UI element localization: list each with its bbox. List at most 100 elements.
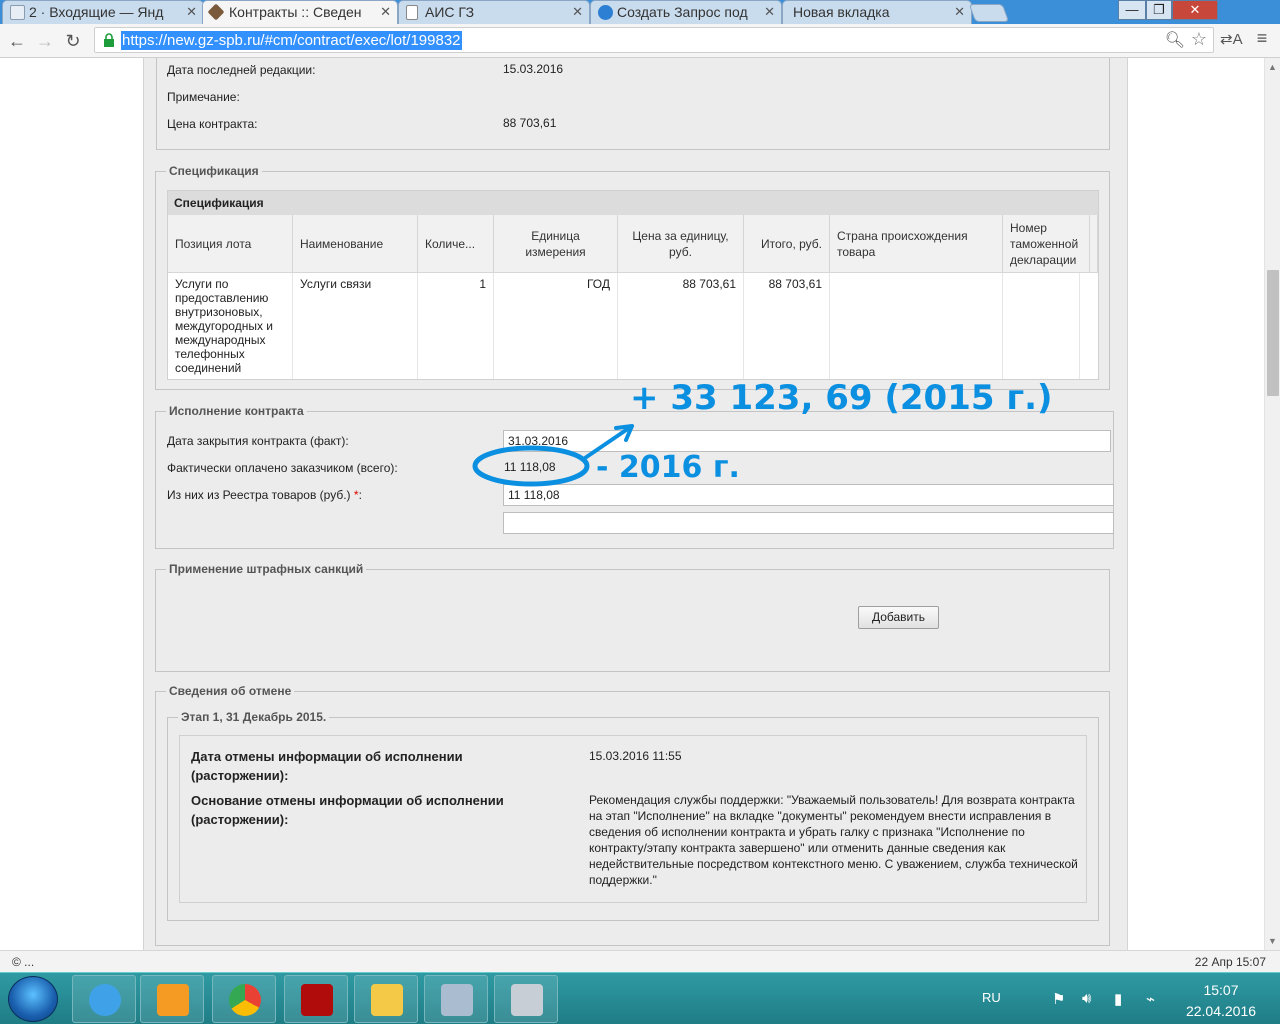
tab-new-tab[interactable]: Новая вкладка ✕ bbox=[782, 0, 972, 24]
note-label: Примечание: bbox=[167, 90, 240, 104]
status-bar: © ... 22 Апр 15:07 bbox=[0, 950, 1280, 972]
back-icon[interactable]: ← bbox=[6, 30, 28, 52]
tray-volume-icon[interactable]: 🔊︎ bbox=[1082, 990, 1091, 1007]
penalties-legend: Применение штрафных санкций bbox=[166, 562, 367, 576]
close-date-label: Дата закрытия контракта (факт): bbox=[167, 434, 349, 448]
column-header-unit-price[interactable]: Цена за единицу, руб. bbox=[618, 215, 744, 273]
column-header-total[interactable]: Итого, руб. bbox=[744, 215, 830, 273]
tray-time[interactable]: 15:07 bbox=[1196, 982, 1246, 998]
status-left: © ... bbox=[12, 955, 35, 969]
add-button[interactable]: Добавить bbox=[858, 606, 939, 629]
browser-tab-strip: 2 · Входящие — Янд ✕ Контракты :: Сведен… bbox=[0, 0, 1280, 24]
tab-inbox[interactable]: 2 · Входящие — Янд ✕ bbox=[2, 0, 204, 24]
tray-language[interactable]: RU bbox=[982, 990, 1001, 1005]
column-header-unit[interactable]: Единица измерения bbox=[494, 215, 618, 273]
page-icon bbox=[406, 5, 418, 20]
help-icon bbox=[598, 5, 613, 20]
penalties-section: Применение штрафных санкций bbox=[155, 562, 1110, 672]
tray-date[interactable]: 22.04.2016 bbox=[1180, 1003, 1262, 1019]
page-scrollbar[interactable]: ▲ ▼ bbox=[1264, 58, 1280, 950]
specification-legend: Спецификация bbox=[166, 164, 262, 178]
grid-title: Спецификация bbox=[168, 191, 1098, 215]
menu-icon[interactable]: ≡ bbox=[1252, 28, 1272, 49]
cancel-date-label: Дата отмены информации об исполнении (ра… bbox=[191, 749, 463, 783]
annotation-circle bbox=[472, 445, 590, 487]
translate-icon[interactable]: ⇄A bbox=[1220, 30, 1243, 48]
tray-flag-icon[interactable]: ⚑ bbox=[1052, 990, 1065, 1008]
column-header-quantity[interactable]: Количе... bbox=[418, 215, 494, 273]
scrollbar-thumb[interactable] bbox=[1267, 270, 1279, 396]
tab-label: Новая вкладка bbox=[793, 4, 890, 20]
browser-toolbar: ← → ↻ https://new.gz-spb.ru/#cm/contract… bbox=[0, 24, 1280, 58]
taskbar-media-player[interactable] bbox=[140, 975, 204, 1023]
minimize-button[interactable]: — bbox=[1118, 0, 1146, 20]
last-edit-label: Дата последней редакции: bbox=[167, 63, 316, 77]
taskbar-ie[interactable] bbox=[72, 975, 136, 1023]
tab-contracts[interactable]: Контракты :: Сведен ✕ bbox=[202, 0, 398, 24]
acrobat-icon bbox=[301, 984, 333, 1016]
tray-power-icon[interactable]: ⌁ bbox=[1146, 990, 1155, 1008]
last-edit-value: 15.03.2016 bbox=[503, 62, 564, 76]
tab-ais-gz[interactable]: АИС ГЗ ✕ bbox=[398, 0, 590, 24]
address-bar[interactable]: https://new.gz-spb.ru/#cm/contract/exec/… bbox=[94, 27, 1214, 53]
cancel-reason-label: Основание отмены информации об исполнени… bbox=[191, 793, 504, 827]
close-icon[interactable]: ✕ bbox=[954, 4, 965, 20]
start-button[interactable] bbox=[8, 976, 58, 1022]
cancel-reason-value: Рекомендация службы поддержки: "Уважаемы… bbox=[589, 793, 1078, 887]
scroll-down-icon[interactable]: ▼ bbox=[1268, 936, 1277, 946]
price-label: Цена контракта: bbox=[167, 117, 258, 131]
tab-label: Создать Запрос под bbox=[617, 4, 748, 20]
extra-field[interactable] bbox=[503, 512, 1114, 534]
scroll-up-icon[interactable]: ▲ bbox=[1268, 62, 1277, 72]
annotation-side-note: - 2016 г. bbox=[596, 450, 740, 485]
tab-create-request[interactable]: Создать Запрос под ✕ bbox=[590, 0, 782, 24]
close-icon[interactable]: ✕ bbox=[572, 4, 583, 20]
registry-label: Из них из Реестра товаров (руб.) *: bbox=[167, 488, 362, 502]
media-player-icon bbox=[157, 984, 189, 1016]
tab-label: АИС ГЗ bbox=[425, 4, 475, 20]
fax-icon bbox=[511, 984, 543, 1016]
execution-legend: Исполнение контракта bbox=[166, 404, 307, 418]
close-window-button[interactable]: ✕ bbox=[1172, 0, 1218, 20]
reload-icon[interactable]: ↻ bbox=[62, 30, 84, 52]
zoom-icon[interactable]: 🔍︎ bbox=[1165, 30, 1185, 50]
taskbar-calculator[interactable] bbox=[424, 975, 488, 1023]
column-header-country[interactable]: Страна происхождения товара bbox=[830, 215, 1003, 273]
maximize-button[interactable]: ❐ bbox=[1146, 0, 1172, 20]
taskbar-fax[interactable] bbox=[494, 975, 558, 1023]
annotation-top-note: + 33 123, 69 (2015 г.) bbox=[630, 378, 1053, 418]
price-value: 88 703,61 bbox=[503, 116, 557, 130]
folder-icon bbox=[371, 984, 403, 1016]
hammer-icon bbox=[207, 3, 225, 21]
tab-label: 2 · Входящие — Янд bbox=[29, 4, 164, 20]
url-text[interactable]: https://new.gz-spb.ru/#cm/contract/exec/… bbox=[121, 31, 462, 50]
column-header-name[interactable]: Наименование bbox=[293, 215, 418, 273]
taskbar-explorer[interactable] bbox=[354, 975, 418, 1023]
chrome-icon bbox=[229, 984, 261, 1016]
mail-icon bbox=[10, 5, 25, 20]
cell-unit-price: 88 703,61 bbox=[618, 273, 744, 379]
close-icon[interactable]: ✕ bbox=[380, 4, 391, 20]
cell-unit: ГОД bbox=[494, 273, 618, 379]
column-header-position[interactable]: Позиция лота bbox=[168, 215, 293, 273]
lock-icon bbox=[104, 33, 114, 47]
paid-label: Фактически оплачено заказчиком (всего): bbox=[167, 461, 398, 475]
taskbar-chrome[interactable] bbox=[212, 975, 276, 1023]
close-icon[interactable]: ✕ bbox=[186, 4, 197, 20]
tray-network-icon[interactable]: ▮ bbox=[1114, 990, 1122, 1008]
status-right: 22 Апр 15:07 bbox=[1194, 955, 1266, 969]
ie-icon bbox=[89, 984, 121, 1016]
bookmark-star-icon[interactable]: ☆ bbox=[1191, 29, 1207, 50]
specification-grid: Спецификация Позиция лота Наименование К… bbox=[167, 190, 1099, 380]
cancellation-legend: Сведения об отмене bbox=[166, 684, 295, 698]
column-header-customs[interactable]: Номер таможенной декларации bbox=[1003, 215, 1090, 273]
new-tab-button[interactable] bbox=[968, 4, 1010, 22]
close-icon[interactable]: ✕ bbox=[764, 4, 775, 20]
page-content: Дата последней редакции: 15.03.2016 Прим… bbox=[0, 58, 1264, 950]
taskbar-acrobat[interactable] bbox=[284, 975, 348, 1023]
registry-label-colon: : bbox=[358, 488, 362, 502]
forward-icon[interactable]: → bbox=[34, 30, 56, 52]
cell-customs bbox=[1003, 273, 1080, 379]
cell-quantity: 1 bbox=[418, 273, 494, 379]
cell-name: Услуги связи bbox=[293, 273, 418, 379]
